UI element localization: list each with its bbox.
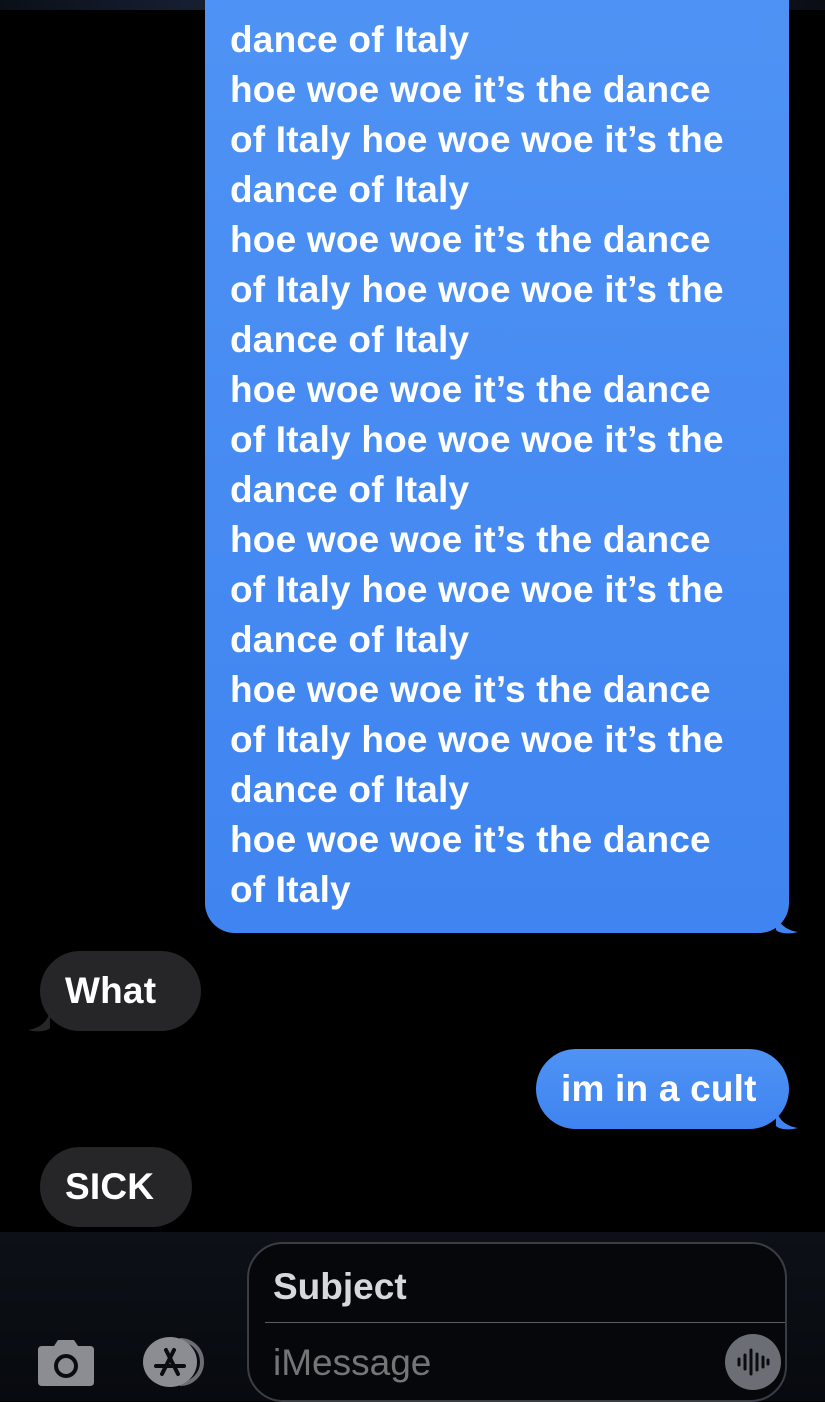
message-line: hoe woe woe it’s the dance bbox=[230, 819, 711, 860]
sent-message-bubble[interactable]: im in a cult bbox=[536, 1049, 789, 1129]
message-line: of Italy hoe woe woe it’s the bbox=[230, 569, 724, 610]
received-message-bubble[interactable]: SICK bbox=[40, 1147, 192, 1227]
message-line: of Italy bbox=[230, 869, 351, 910]
message-line: of Italy hoe woe woe it’s the bbox=[230, 119, 724, 160]
message-line: dance of Italy bbox=[230, 169, 470, 210]
message-line: hoe woe woe it’s the dance bbox=[230, 69, 711, 110]
message-thread[interactable]: dance of Italy hoe woe woe it’s the danc… bbox=[0, 0, 825, 1232]
app-store-button[interactable] bbox=[140, 1334, 212, 1390]
message-line: dance of Italy bbox=[230, 19, 470, 60]
divider bbox=[265, 1322, 785, 1323]
imessage-input[interactable] bbox=[273, 1342, 693, 1384]
bubble-tail bbox=[776, 912, 798, 934]
received-message-bubble[interactable]: What bbox=[40, 951, 201, 1031]
message-text: SICK bbox=[65, 1166, 155, 1207]
message-text: im in a cult bbox=[561, 1068, 757, 1109]
app-store-icon bbox=[143, 1337, 204, 1387]
compose-box[interactable]: Subject bbox=[247, 1242, 787, 1402]
message-line: hoe woe woe it’s the dance bbox=[230, 369, 711, 410]
message-line: hoe woe woe it’s the dance bbox=[230, 519, 711, 560]
audio-message-button[interactable] bbox=[725, 1334, 781, 1390]
message-line: dance of Italy bbox=[230, 319, 470, 360]
message-line: of Italy hoe woe woe it’s the bbox=[230, 719, 724, 760]
audio-waveform-icon bbox=[737, 1348, 770, 1376]
message-line: hoe woe woe it’s the dance bbox=[230, 669, 711, 710]
bubble-tail bbox=[776, 1108, 798, 1130]
message-line: dance of Italy bbox=[230, 619, 470, 660]
message-text: What bbox=[65, 970, 157, 1011]
camera-icon bbox=[38, 1340, 94, 1386]
bubble-tail bbox=[28, 1010, 50, 1032]
camera-button[interactable] bbox=[34, 1336, 98, 1388]
message-line: of Italy hoe woe woe it’s the bbox=[230, 419, 724, 460]
message-line: hoe woe woe it’s the dance bbox=[230, 219, 711, 260]
sent-message-bubble[interactable]: dance of Italy hoe woe woe it’s the danc… bbox=[205, 0, 789, 933]
message-line: dance of Italy bbox=[230, 769, 470, 810]
message-line: dance of Italy bbox=[230, 469, 470, 510]
message-line: of Italy hoe woe woe it’s the bbox=[230, 269, 724, 310]
subject-field[interactable]: Subject bbox=[273, 1266, 407, 1308]
